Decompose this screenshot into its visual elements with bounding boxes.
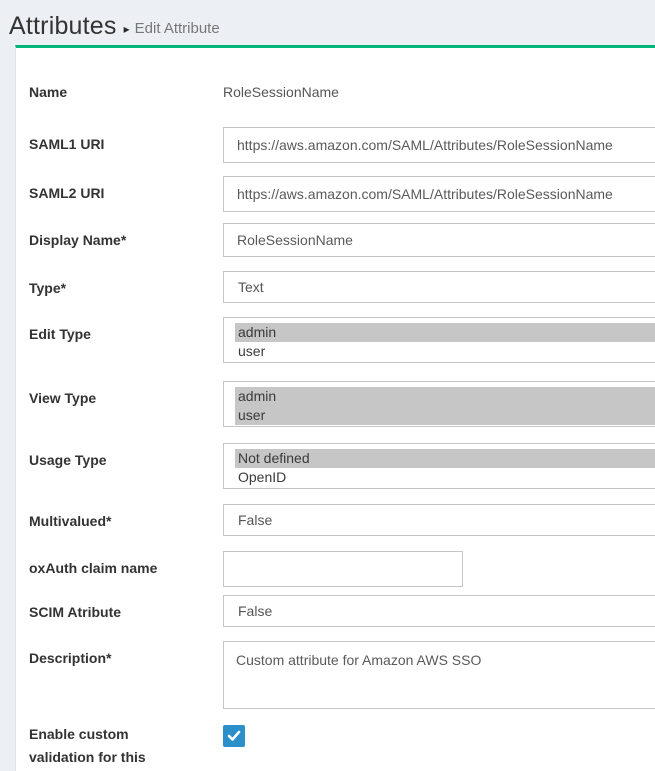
name-value: RoleSessionName: [223, 75, 655, 101]
edit-type-label: Edit Type: [29, 317, 223, 343]
multivalued-select-value: False: [238, 512, 272, 528]
type-label: Type*: [29, 271, 223, 297]
usage-type-option-openid[interactable]: OpenID: [235, 468, 655, 487]
page-title: Attributes: [9, 12, 117, 41]
description-label: Description*: [29, 641, 223, 667]
type-select[interactable]: Text: [223, 271, 655, 303]
form-row-edit-type: Edit Type admin user: [29, 317, 655, 363]
name-label: Name: [29, 75, 223, 101]
form-row-display-name: Display Name*: [29, 223, 655, 257]
form-row-description: Description* Custom attribute for Amazon…: [29, 641, 655, 709]
view-type-option-admin[interactable]: admin: [235, 387, 655, 406]
custom-validation-checkbox[interactable]: [223, 725, 245, 747]
scim-attribute-select[interactable]: False: [223, 595, 655, 627]
multivalued-label: Multivalued*: [29, 504, 223, 530]
view-type-label: View Type: [29, 381, 223, 407]
saml2-uri-input[interactable]: [223, 176, 655, 212]
edit-type-option-admin[interactable]: admin: [235, 323, 655, 342]
saml1-uri-label: SAML1 URI: [29, 127, 223, 153]
type-select-value: Text: [238, 279, 264, 295]
saml2-uri-label: SAML2 URI: [29, 176, 223, 202]
display-name-input[interactable]: [223, 223, 655, 257]
usage-type-option-not-defined[interactable]: Not defined: [235, 449, 655, 468]
form-row-multivalued: Multivalued* False: [29, 504, 655, 536]
form-row-oxauth-claim-name: oxAuth claim name: [29, 551, 655, 587]
form-row-saml2-uri: SAML2 URI: [29, 176, 655, 212]
edit-type-option-user[interactable]: user: [235, 342, 655, 361]
form-row-saml1-uri: SAML1 URI: [29, 127, 655, 163]
form-row-type: Type* Text: [29, 271, 655, 303]
description-textarea[interactable]: Custom attribute for Amazon AWS SSO: [223, 641, 655, 709]
form-row-name: Name RoleSessionName: [29, 75, 655, 101]
breadcrumb-current-page: Edit Attribute: [135, 20, 220, 37]
oxauth-claim-name-input[interactable]: [223, 551, 463, 587]
usage-type-label: Usage Type: [29, 443, 223, 469]
breadcrumb-arrow-icon: ▸: [124, 22, 130, 36]
saml1-uri-input[interactable]: [223, 127, 655, 163]
form-row-scim-attribute: SCIM Atribute False: [29, 595, 655, 627]
view-type-option-user[interactable]: user: [235, 406, 655, 425]
scim-attribute-label: SCIM Atribute: [29, 595, 223, 621]
usage-type-listbox[interactable]: Not defined OpenID: [223, 443, 655, 489]
checkmark-icon: [227, 730, 241, 742]
form-row-custom-validation: Enable custom validation for this attrib…: [29, 723, 655, 771]
view-type-listbox[interactable]: admin user: [223, 381, 655, 427]
scim-attribute-select-value: False: [238, 603, 272, 619]
breadcrumb: Attributes ▸ Edit Attribute: [0, 0, 655, 45]
custom-validation-label: Enable custom validation for this attrib…: [29, 723, 223, 771]
oxauth-claim-name-label: oxAuth claim name: [29, 551, 223, 577]
display-name-label: Display Name*: [29, 223, 223, 249]
multivalued-select[interactable]: False: [223, 504, 655, 536]
form-row-usage-type: Usage Type Not defined OpenID: [29, 443, 655, 489]
edit-attribute-panel: Name RoleSessionName SAML1 URI SAML2 URI…: [15, 45, 655, 771]
form-row-view-type: View Type admin user: [29, 381, 655, 427]
edit-type-listbox[interactable]: admin user: [223, 317, 655, 363]
